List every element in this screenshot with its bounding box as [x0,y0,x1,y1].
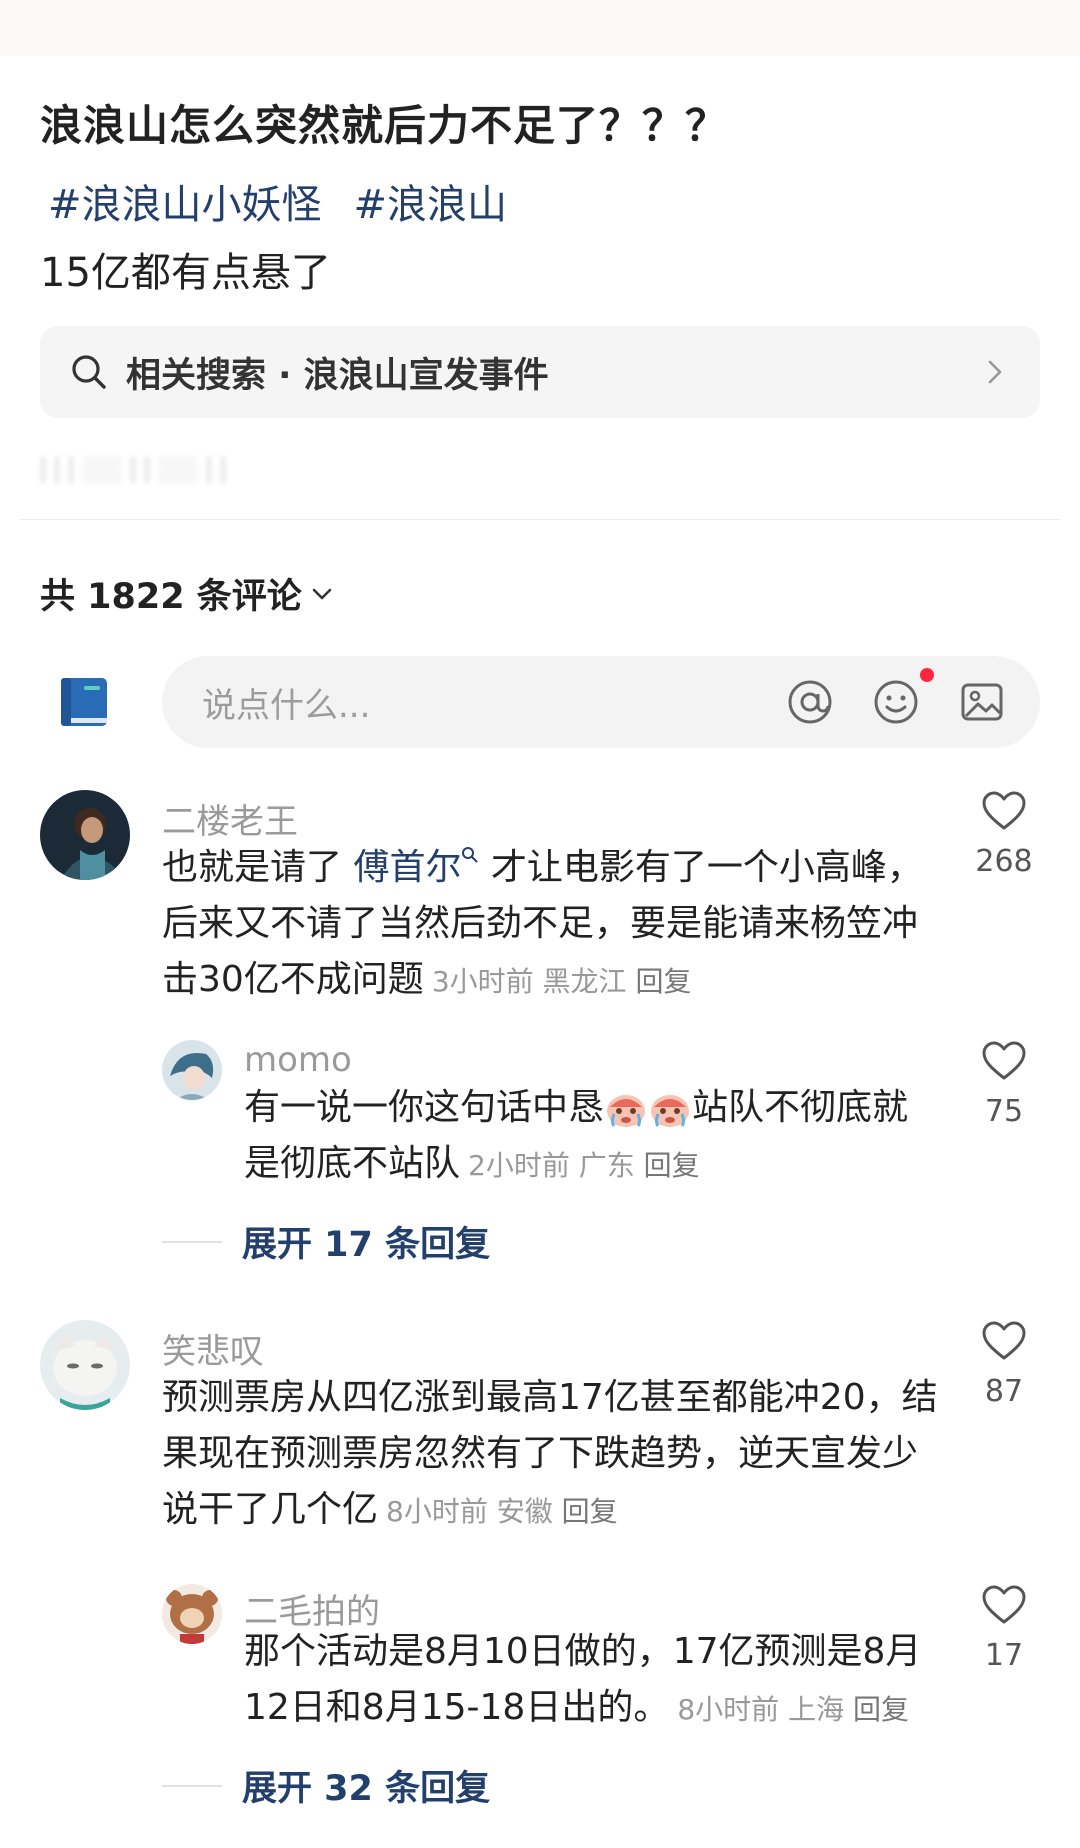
related-search-bar[interactable]: 相关搜索 · 浪浪山宣发事件 [40,326,1040,418]
notebook-icon[interactable] [58,676,112,728]
notification-dot [920,668,934,682]
expand-divider [162,1784,222,1787]
reply-button[interactable]: 回复 [635,965,691,998]
comment-text: 也就是请了 傅首尔 才让电影有了一个小高峰，后来又不请了当然后劲不足，要是能请来… [162,840,942,1010]
comment-input-placeholder: 说点什么... [202,686,371,726]
comment-input-row: 说点什么... [0,656,1080,748]
reply-text: 那个活动是8月10日做的，17亿预测是8月12日和8月15-18日出的。 8小时前… [244,1631,922,1728]
reply-button[interactable]: 回复 [644,1149,700,1182]
commenter-name[interactable]: 二楼老王 [162,794,298,843]
comment-meta: 3小时前 黑龙江 回复 [431,965,692,998]
heart-icon [982,1585,1026,1624]
avatar[interactable] [162,1040,222,1100]
like-count: 75 [984,1094,1024,1129]
like-count: 87 [984,1374,1024,1409]
avatar[interactable] [162,1584,222,1644]
status-bar-area [0,0,1080,56]
comment-count-sort[interactable]: 共 1822 条评论 [40,568,334,619]
reply-text: 有一说一你这句话中恳 站队不彻底就是彻底不站队 2小时前 广东 回复 [244,1087,909,1184]
commenter-name[interactable]: momo [244,1040,352,1080]
reply-button[interactable]: 回复 [853,1693,909,1726]
expand-replies-label: 展开 17 条回复 [242,1225,491,1265]
emoji-icon[interactable] [872,678,920,726]
post-title: 浪浪山怎么突然就后力不足了？？？ [40,101,729,150]
heart-icon [982,791,1026,830]
commenter-name[interactable]: 笑悲叹 [162,1324,264,1373]
reply-meta: 2小时前 广东 回复 [468,1149,700,1182]
expand-replies-button[interactable]: 展开 32 条回复 [162,1760,490,1811]
related-search-label: 相关搜索 · 浪浪山宣发事件 [126,355,549,396]
avatar[interactable] [40,790,130,880]
chevron-right-icon [980,357,1010,387]
tag-langlangshan-xiaoyaoguai[interactable]: #浪浪山小妖怪 [48,172,322,230]
search-icon [72,355,106,389]
comment-input[interactable]: 说点什么... [162,656,1040,748]
comment-text: 预测票房从四亿涨到最高17亿甚至都能冲20，结果现在预测票房忽然有了下跌趋势，逆… [162,1377,938,1530]
image-icon[interactable] [958,678,1006,726]
blurred-info-row [40,452,260,488]
reply-button[interactable]: 回复 [562,1495,618,1528]
heart-icon [982,1041,1026,1080]
crying-emoji-icon [607,1095,646,1127]
heart-icon [982,1321,1026,1360]
divider [20,519,1060,520]
mention-link[interactable]: 傅首尔 [353,847,479,888]
like-button[interactable]: 268 [964,790,1044,879]
like-button[interactable]: 17 [964,1584,1044,1673]
comment-count-label: 共 1822 条评论 [40,577,302,617]
post-tags: #浪浪山小妖怪 #浪浪山 [48,172,507,230]
comment-meta: 8小时前 安徽 回复 [386,1495,618,1528]
like-count: 17 [984,1638,1024,1673]
like-count: 268 [975,844,1033,879]
like-button[interactable]: 75 [964,1040,1044,1129]
avatar[interactable] [40,1320,130,1410]
expand-divider [162,1240,222,1243]
tag-langlangshan[interactable]: #浪浪山 [354,172,508,230]
comment-text-before: 也就是请了 [162,847,354,888]
post-body: 15亿都有点悬了 [40,250,331,296]
at-icon[interactable] [786,678,834,726]
search-icon [462,847,479,863]
crying-emoji-icon [651,1095,690,1127]
chevron-down-icon [312,588,332,599]
like-button[interactable]: 87 [964,1320,1044,1409]
expand-replies-label: 展开 32 条回复 [242,1769,491,1809]
expand-replies-button[interactable]: 展开 17 条回复 [162,1216,490,1267]
reply-meta: 8小时前 上海 回复 [677,1693,909,1726]
